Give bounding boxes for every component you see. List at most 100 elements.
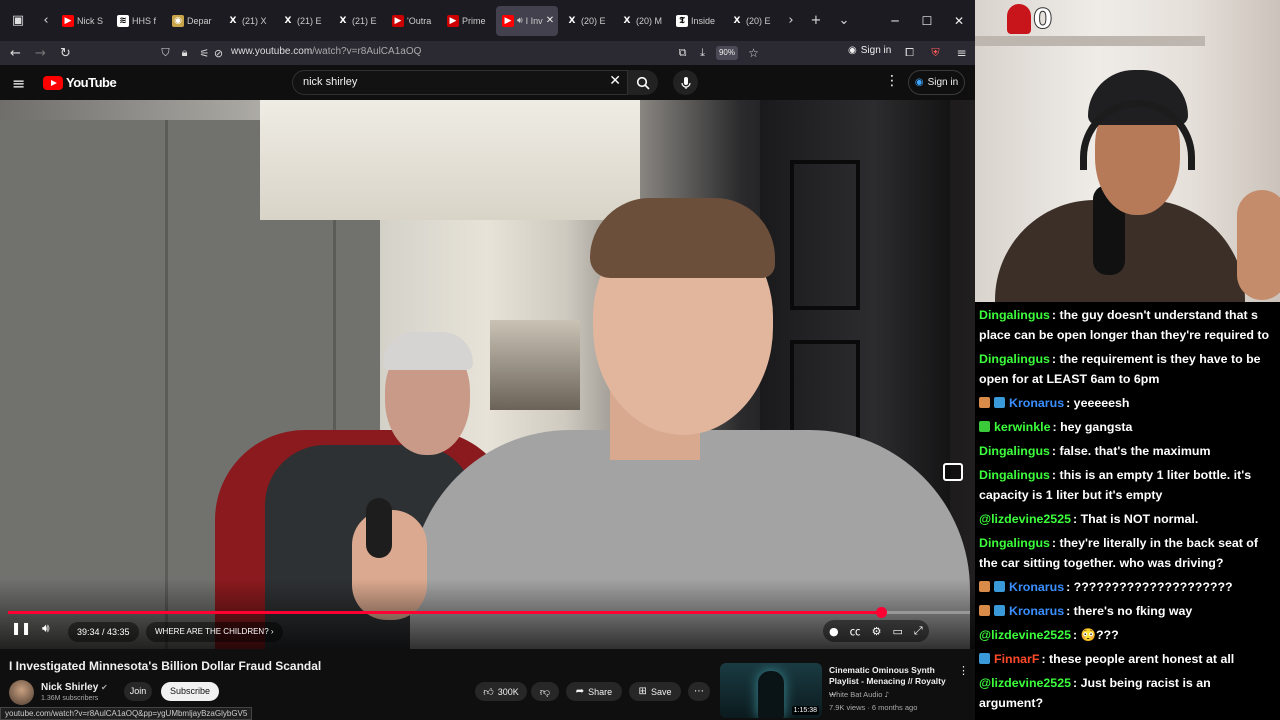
browser-tab[interactable]: 𝕿 Inside: [670, 6, 723, 36]
settings-gear-icon[interactable]: ⚙: [872, 625, 882, 638]
chat-username[interactable]: Kronarus: [1009, 396, 1064, 410]
pause-icon[interactable]: ❚❚: [11, 621, 31, 635]
download-icon[interactable]: ⤓: [690, 41, 715, 65]
dislike-button[interactable]: 👎︎: [531, 682, 559, 701]
browser-tab[interactable]: ▶ Nick S: [56, 6, 109, 36]
ublock-icon[interactable]: ⛨: [923, 41, 948, 65]
browser-tab[interactable]: ≋ HHS f: [111, 6, 164, 36]
browser-tab[interactable]: ▶ 🔊︎ I Inv ✕: [496, 5, 558, 36]
video-frame-young-man-hair: [590, 198, 775, 278]
channel-name[interactable]: Nick Shirley ✔: [41, 682, 108, 693]
theater-mode-icon[interactable]: ▭: [892, 625, 902, 638]
bookmark-star-icon[interactable]: ☆: [741, 41, 766, 65]
browser-tab[interactable]: X (20) E: [560, 6, 613, 36]
like-button[interactable]: 👍︎ 300K: [475, 682, 527, 701]
share-label: Share: [588, 686, 613, 697]
scroll-tabs-right-icon[interactable]: ›: [780, 8, 802, 34]
join-button[interactable]: Join: [124, 682, 152, 701]
search-box[interactable]: nick shirley ✕: [292, 70, 628, 95]
chat-separator: :: [1066, 604, 1074, 618]
autoplay-toggle-icon[interactable]: ●: [829, 625, 839, 638]
person-icon: [1007, 3, 1031, 34]
save-label: Save: [650, 686, 672, 697]
back-icon[interactable]: ←: [3, 41, 28, 65]
tab-label: (21) E: [297, 15, 322, 26]
chat-username[interactable]: Dingalingus: [979, 444, 1050, 458]
url-host: www.youtube.com: [231, 46, 313, 57]
browser-tab[interactable]: X (21) E: [331, 6, 384, 36]
webcam-hand: [1237, 190, 1280, 300]
new-tab-icon[interactable]: +: [802, 8, 830, 34]
chapter-title: WHERE ARE THE CHILDREN?: [155, 627, 269, 636]
chat-username[interactable]: @lizdevine2525: [979, 628, 1071, 642]
browser-tab[interactable]: X (20) M: [615, 6, 668, 36]
tracking-blocked-icon[interactable]: ⊘: [206, 41, 231, 65]
firefox-sign-in[interactable]: ◉ Sign in: [848, 45, 891, 56]
chat-username[interactable]: Dingalingus: [979, 308, 1050, 322]
miniplayer-icon[interactable]: [943, 463, 963, 481]
url-field[interactable]: www.youtube.com/watch?v=r8AulCA1aOQ: [231, 46, 421, 57]
subscribe-button[interactable]: Subscribe: [161, 682, 219, 701]
voice-search-button[interactable]: [673, 70, 698, 95]
progress-bar[interactable]: [8, 607, 970, 618]
channel-avatar[interactable]: [9, 680, 34, 705]
browser-tab[interactable]: ◉ Depar: [166, 6, 219, 36]
recommended-channel[interactable]: White Bat Audio ♪: [829, 690, 889, 699]
browser-tab[interactable]: X (21) X: [221, 6, 274, 36]
chat-username[interactable]: kerwinkle: [994, 420, 1050, 434]
extensions-icon[interactable]: ⧠: [897, 41, 922, 65]
settings-more-icon[interactable]: ⋮: [885, 73, 899, 89]
recommended-thumbnail[interactable]: 1:15:38: [720, 663, 822, 718]
browser-tab[interactable]: ▶ 'Outra: [386, 6, 439, 36]
chat-username[interactable]: Dingalingus: [979, 468, 1050, 482]
tab-label: Depar: [187, 15, 212, 26]
browser-tab[interactable]: ▶ Prime: [441, 6, 494, 36]
video-player[interactable]: ❚❚ 🔊︎ 39:34 / 43:35 WHERE ARE THE CHILDR…: [0, 100, 975, 649]
chat-username[interactable]: @lizdevine2525: [979, 676, 1071, 690]
chapter-button[interactable]: WHERE ARE THE CHILDREN? ›: [146, 622, 283, 642]
more-actions-button[interactable]: ⋯: [688, 682, 710, 701]
forward-icon[interactable]: →: [28, 41, 53, 65]
youtube-sign-in-button[interactable]: ◉ Sign in: [908, 70, 965, 95]
chat-username[interactable]: FinnarF: [994, 652, 1039, 666]
recommended-more-icon[interactable]: ⋮: [958, 664, 969, 677]
search-button[interactable]: [628, 70, 658, 95]
chat-message: Kronarus: yeeeeesh: [979, 393, 1277, 413]
browser-tab[interactable]: X (20) E: [725, 6, 778, 36]
chat-badge-icon: [979, 581, 990, 592]
search-icon: [636, 76, 650, 90]
scroll-tabs-left-icon[interactable]: ‹: [36, 8, 56, 34]
subtitles-icon[interactable]: ㏄: [850, 623, 861, 639]
youtube-sign-in-label: Sign in: [927, 77, 959, 88]
youtube-logo-text: YouTube: [66, 75, 117, 90]
video-frame-microphone: [366, 498, 392, 558]
clear-search-icon[interactable]: ✕: [609, 73, 621, 89]
tab-overflow-chevron-icon[interactable]: ⌄: [830, 8, 858, 34]
search-input[interactable]: nick shirley: [303, 76, 357, 88]
recommended-channel-name: White Bat Audio: [829, 690, 883, 699]
minimize-icon[interactable]: ─: [879, 0, 911, 41]
close-tab-icon[interactable]: ✕: [546, 15, 554, 26]
volume-icon[interactable]: 🔊︎: [42, 621, 50, 636]
fullscreen-icon[interactable]: ⤢: [914, 624, 923, 638]
browser-tab[interactable]: X (21) E: [276, 6, 329, 36]
tab-audio-icon[interactable]: 🔊︎: [517, 16, 523, 26]
chat-username[interactable]: Dingalingus: [979, 352, 1050, 366]
app-menu-icon[interactable]: ≡: [949, 41, 974, 65]
chat-username[interactable]: Dingalingus: [979, 536, 1050, 550]
share-button[interactable]: ➦ Share: [566, 682, 622, 701]
youtube-logo[interactable]: YouTube: [43, 75, 117, 90]
zoom-level[interactable]: 90%: [716, 46, 738, 60]
close-window-icon[interactable]: ✕: [943, 0, 975, 41]
chat-username[interactable]: Kronarus: [1009, 580, 1064, 594]
guide-menu-icon[interactable]: ≡: [12, 74, 25, 93]
chat-username[interactable]: Kronarus: [1009, 604, 1064, 618]
youtube-header: ≡ YouTube nick shirley ✕ ⋮ ◉ Sign in: [0, 65, 975, 100]
chat-badge-icon: [994, 581, 1005, 592]
tab-list-icon[interactable]: ▣: [0, 8, 36, 34]
chat-username[interactable]: @lizdevine2525: [979, 512, 1071, 526]
like-count: 300K: [497, 686, 519, 697]
maximize-icon[interactable]: ☐: [911, 0, 943, 41]
reload-icon[interactable]: ↻: [53, 41, 78, 65]
save-button[interactable]: ⊞ Save: [629, 682, 681, 701]
